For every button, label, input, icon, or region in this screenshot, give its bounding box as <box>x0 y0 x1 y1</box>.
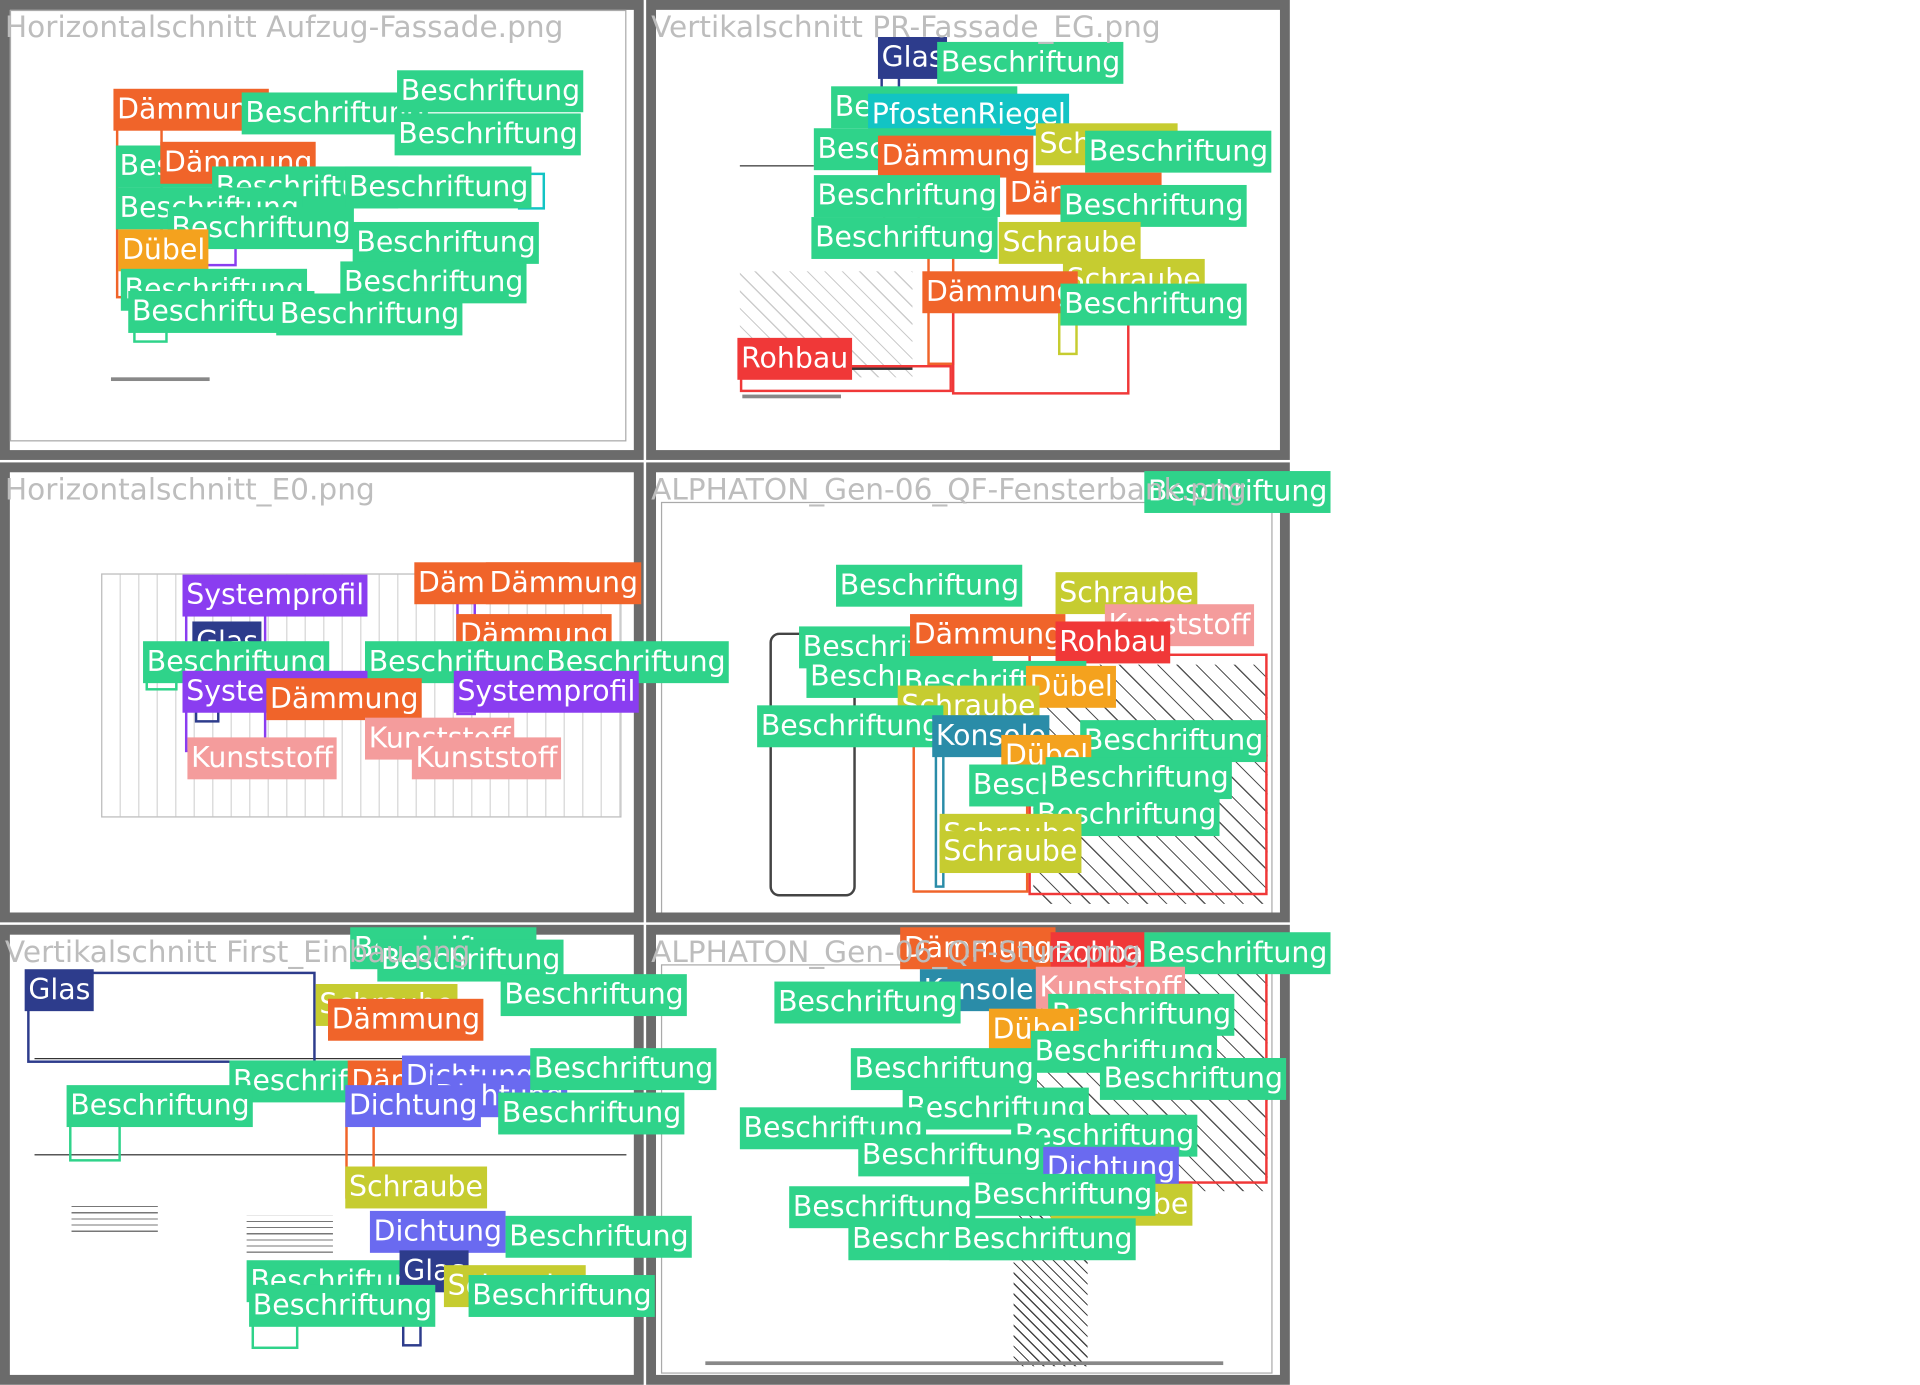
label-daemmung: Dämmung <box>485 562 642 605</box>
label-rohbau: Rohbau <box>1055 621 1171 664</box>
panel-2-title: Vertikalschnitt PR-Fassade_EG.png <box>651 9 1161 45</box>
label-beschriftung: Beschriftung <box>1080 720 1267 763</box>
label-daemmung: Dämmung <box>910 614 1066 657</box>
label-kunststoff: Kunststoff <box>411 737 562 780</box>
panel-6-title: ALPHATON_Gen-06_QF-Sturz.png <box>651 934 1141 970</box>
label-beschriftung: Beschriftung <box>774 981 962 1024</box>
label-beschriftung: Beschriftung <box>1060 184 1248 227</box>
panel-1-title: Horizontalschnitt Aufzug-Fassade.png <box>4 9 564 45</box>
label-beschriftung: Beschriftung <box>394 113 582 156</box>
panel-5-title: Vertikalschnitt First_Einbau.png <box>4 934 471 970</box>
annotation-grid: Dämmung Beschriftung Beschriftung Beschrift… <box>0 0 1920 1385</box>
label-glas: Glas <box>24 969 95 1012</box>
panel-4-title: ALPHATON_Gen-06_QF-Fensterbank.png <box>651 472 1247 507</box>
label-beschriftung: Beschriftung <box>249 1284 436 1327</box>
label-systemprofil: Systemprofil <box>453 670 640 713</box>
label-beschriftung: Beschriftung <box>1045 757 1233 800</box>
label-beschriftung: Beschriftung <box>969 1173 1156 1216</box>
label-beschriftung: Beschriftung <box>397 70 584 113</box>
label-beschriftung: Beschriftung <box>811 217 999 259</box>
label-schraube: Schraube <box>998 221 1141 264</box>
label-schraube: Schraube <box>345 1166 487 1209</box>
label-beschriftung: Beschriftung <box>858 1134 1045 1177</box>
label-daemmung: Dämmung <box>877 135 1034 178</box>
label-beschriftung: Beschriftung <box>757 705 944 748</box>
label-beschriftung: Beschriftung <box>276 293 463 336</box>
label-beschriftung: Beschriftung <box>468 1275 656 1317</box>
label-beschriftung: Beschriftung <box>850 1048 1038 1091</box>
label-beschriftung: Beschriftung <box>66 1085 254 1128</box>
label-beschriftung: Beschriftung <box>505 1215 693 1258</box>
label-dichtung: Dichtung <box>345 1085 482 1128</box>
label-beschriftung: Beschriftung <box>530 1048 717 1091</box>
label-beschriftung: Beschriftung <box>500 974 688 1017</box>
label-beschriftung: Beschriftung <box>1060 283 1248 326</box>
panel-3-title: Horizontalschnitt_E0.png <box>4 472 375 507</box>
label-kunststoff: Kunststoff <box>187 737 337 780</box>
annotation-overlay: Dämmung Beschriftung Beschriftung Beschrift… <box>0 0 1920 1385</box>
label-beschriftung: Beschriftung <box>1099 1057 1287 1100</box>
label-daemmung: Dämmung <box>266 678 423 721</box>
label-beschriftung: Beschriftung <box>836 564 1023 607</box>
label-beschriftung: Beschriftung <box>345 166 533 209</box>
label-beschriftung: Beschriftung <box>352 221 540 264</box>
label-daemmung: Dämmung <box>328 998 484 1041</box>
label-schraube: Schraube <box>939 831 1082 874</box>
label-beschriftung: Beschriftung <box>498 1092 685 1135</box>
label-beschriftung: Beschriftung <box>949 1218 1137 1261</box>
label-systemprofil: Systemprofil <box>182 574 368 617</box>
label-beschriftung: Beschriftung <box>937 41 1124 84</box>
label-beschriftung: Beschriftung <box>813 175 1001 218</box>
label-daemmung: Dämmung <box>922 271 1079 314</box>
label-beschriftung: Beschriftung <box>1085 130 1272 173</box>
label-rohbau: Rohbau <box>737 337 852 380</box>
label-duebel: Dübel <box>118 229 209 272</box>
label-dichtung: Dichtung <box>369 1210 506 1253</box>
label-duebel: Dübel <box>1025 665 1117 708</box>
